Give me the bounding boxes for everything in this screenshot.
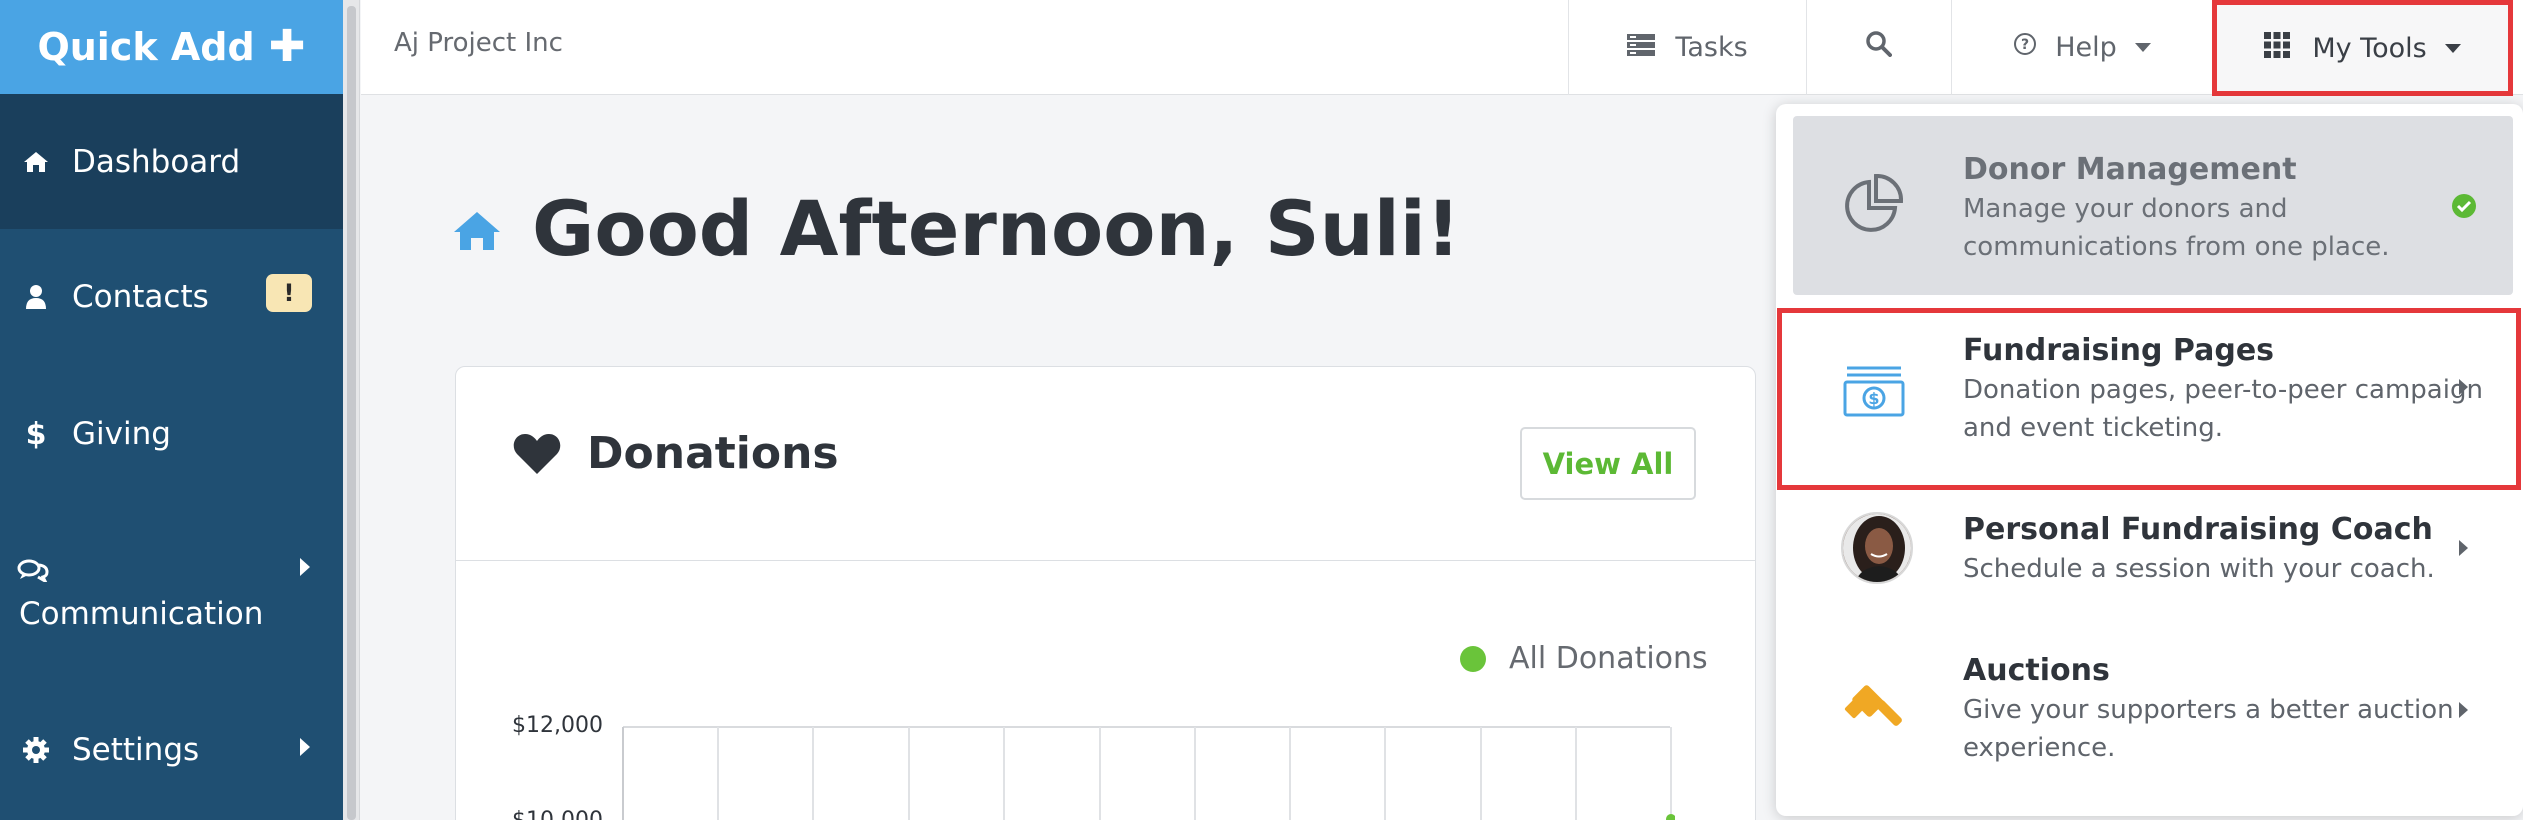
svg-text:?: ? — [2021, 37, 2029, 53]
chevron-right-icon — [300, 738, 310, 756]
sidebar-item-dashboard[interactable]: Dashboard — [0, 94, 343, 229]
y-tick-10000: $10,000 — [512, 808, 603, 820]
pie-chart-icon — [1843, 174, 1903, 238]
chevron-right-icon — [2459, 702, 2468, 718]
tool-item-auctions[interactable]: Auctions Give your supporters a better a… — [1793, 636, 2513, 796]
sidebar-item-label: Communication — [19, 596, 264, 632]
help-menu-button[interactable]: ? Help — [1951, 0, 2212, 95]
tool-title: Personal Fundraising Coach — [1963, 512, 2433, 547]
donations-title: Donations — [587, 428, 839, 479]
sidebar-item-label: Settings — [72, 732, 200, 768]
legend-label: All Donations — [1509, 641, 1708, 676]
plus-icon: ✚ — [268, 21, 306, 72]
contacts-alert-badge: ! — [266, 274, 312, 312]
gear-icon — [0, 736, 72, 764]
help-icon: ? — [2013, 32, 2037, 63]
tool-title: Donor Management — [1963, 152, 2297, 187]
tool-description: Schedule a session with your coach. — [1963, 554, 2435, 584]
sidebar-item-settings[interactable]: Settings — [0, 680, 343, 820]
my-tools-label: My Tools — [2312, 32, 2427, 64]
sidebar-item-label: Giving — [72, 416, 171, 452]
sidebar-item-label: Contacts — [72, 278, 209, 315]
tasks-label: Tasks — [1675, 32, 1748, 63]
tasks-icon — [1627, 32, 1656, 63]
gavel-icon — [1843, 678, 1907, 746]
sidebar-item-label: Dashboard — [72, 143, 241, 180]
y-axis-tick-label: $10,000 — [503, 808, 603, 820]
home-icon — [0, 150, 72, 174]
tool-item-fundraising-coach[interactable]: Personal Fundraising Coach Schedule a se… — [1793, 495, 2513, 605]
my-tools-menu-button[interactable]: My Tools — [2212, 0, 2513, 96]
grid-icon — [2264, 31, 2291, 65]
search-icon — [1866, 31, 1892, 64]
chevron-right-icon — [2459, 540, 2468, 556]
highlight-annotation — [1777, 308, 2521, 490]
view-all-button[interactable]: View All — [1520, 427, 1696, 500]
organization-name: Aj Project Inc — [394, 28, 563, 58]
quick-add-label: Quick Add — [37, 25, 255, 69]
search-button[interactable] — [1806, 0, 1951, 95]
donations-chart-grid — [622, 726, 1675, 820]
home-icon — [452, 210, 502, 256]
chat-icon — [17, 554, 49, 590]
sidebar-item-giving[interactable]: $ Giving — [0, 364, 343, 504]
y-axis-tick-label: $12,000 — [503, 713, 603, 743]
scrollbar-thumb[interactable] — [347, 6, 356, 820]
coach-avatar — [1841, 512, 1913, 584]
check-circle-icon — [2451, 193, 2477, 223]
tool-title: Auctions — [1963, 653, 2110, 688]
page-title: Good Afternoon, Suli! — [532, 184, 1461, 273]
tool-description: Give your supporters a better auction ex… — [1963, 695, 2454, 763]
heart-icon — [513, 433, 561, 479]
legend-marker — [1460, 646, 1486, 672]
caret-down-icon — [2134, 43, 2151, 52]
quick-add-button[interactable]: Quick Add ✚ — [0, 0, 343, 94]
tasks-button[interactable]: Tasks — [1568, 0, 1806, 95]
tool-description: Manage your donors and communications fr… — [1963, 194, 2390, 262]
chevron-right-icon — [300, 558, 310, 576]
user-icon — [0, 284, 72, 310]
card-divider — [455, 560, 1756, 561]
sidebar-item-communication[interactable]: Communication — [0, 528, 343, 658]
y-tick-12000: $12,000 — [512, 713, 603, 738]
tool-item-donor-management[interactable]: Donor Management Manage your donors and … — [1793, 116, 2513, 295]
help-label: Help — [2055, 32, 2117, 63]
caret-down-icon — [2444, 43, 2461, 53]
dollar-icon: $ — [25, 416, 47, 452]
